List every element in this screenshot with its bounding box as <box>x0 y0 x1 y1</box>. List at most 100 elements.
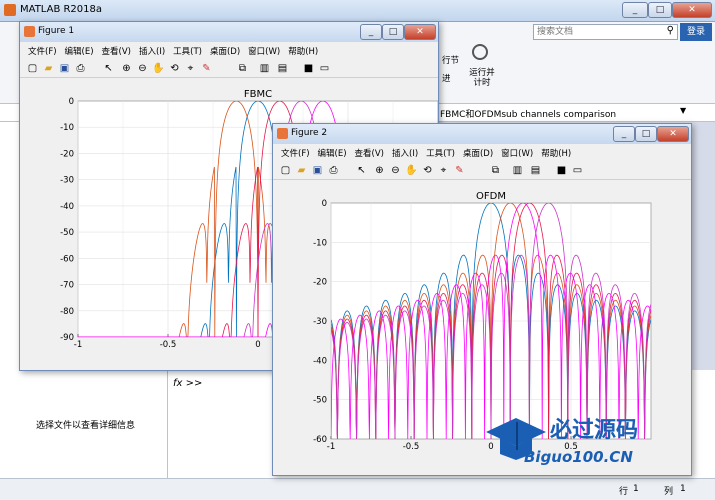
save-icon[interactable]: ▣ <box>311 164 324 177</box>
brush-icon[interactable]: ✎ <box>453 164 466 177</box>
menu-help[interactable]: 帮助(H) <box>541 147 571 159</box>
legend-icon[interactable]: ▤ <box>529 164 542 177</box>
x-tick-label: -0.5 <box>160 340 177 350</box>
y-tick-label: -90 <box>60 333 74 343</box>
main-close-button[interactable]: ✕ <box>672 2 712 18</box>
open-file-icon[interactable]: ▰ <box>42 62 55 75</box>
menu-window[interactable]: 窗口(W) <box>248 45 280 57</box>
fig2-maximize-button[interactable]: □ <box>635 126 657 142</box>
figure-1-title: Figure 1 <box>38 26 75 36</box>
edit-plot-icon[interactable]: ↖ <box>102 62 115 75</box>
zoom-out-icon[interactable]: ⊖ <box>389 164 402 177</box>
y-tick-label: -60 <box>60 254 74 264</box>
y-tick-label: -40 <box>60 202 74 212</box>
print-icon[interactable]: ⎙ <box>327 164 340 177</box>
y-tick-label: -20 <box>313 278 327 288</box>
menu-view[interactable]: 查看(V) <box>355 147 384 159</box>
y-tick-label: -30 <box>313 317 327 327</box>
figure-2-menubar: 文件(F) 编辑(E) 查看(V) 插入(I) 工具(T) 桌面(D) 窗口(W) 帮助(H) <box>273 144 691 162</box>
menu-help[interactable]: 帮助(H) <box>288 45 318 57</box>
y-tick-label: -80 <box>60 307 74 317</box>
menu-tools[interactable]: 工具(T) <box>426 147 455 159</box>
figure-1-toolbar: ▢ ▰ ▣ ⎙ ↖ ⊕ ⊖ ✋ ⟲ ⌖ ✎ ⧉ ▥ ▤ ■ ▭ <box>20 60 438 78</box>
y-tick-label: -50 <box>60 228 74 238</box>
menu-window[interactable]: 窗口(W) <box>501 147 533 159</box>
status-row-label: 行 <box>619 487 629 497</box>
search-icon[interactable]: ⚲ <box>667 25 674 36</box>
figure-icon <box>24 26 35 37</box>
x-tick-label: -1 <box>327 442 335 452</box>
data-cursor-icon[interactable]: ⌖ <box>437 164 450 177</box>
menu-desktop[interactable]: 桌面(D) <box>463 147 493 159</box>
ribbon-btn-advance[interactable]: 进 <box>442 72 451 84</box>
fig1-maximize-button[interactable]: □ <box>382 24 404 40</box>
stopwatch-icon[interactable] <box>472 44 488 60</box>
main-maximize-button[interactable]: □ <box>648 2 672 18</box>
brush-icon[interactable]: ✎ <box>200 62 213 75</box>
new-figure-icon[interactable]: ▢ <box>279 164 292 177</box>
fig1-minimize-button[interactable]: _ <box>360 24 382 40</box>
menu-edit[interactable]: 编辑(E) <box>318 147 347 159</box>
menu-edit[interactable]: 编辑(E) <box>65 45 94 57</box>
fig2-minimize-button[interactable]: _ <box>613 126 635 142</box>
save-icon[interactable]: ▣ <box>58 62 71 75</box>
command-prompt: fx >> <box>173 378 203 389</box>
hide-tools-icon[interactable]: ■ <box>302 62 315 75</box>
watermark-title: 必过源码 <box>550 418 639 443</box>
main-minimize-button[interactable]: _ <box>622 2 648 18</box>
fig1-close-button[interactable]: ✕ <box>404 24 436 40</box>
x-tick-label: -1 <box>74 340 82 350</box>
status-col-value: 1 <box>680 484 686 494</box>
main-title-bar: MATLAB R2018a _ □ ✕ <box>0 0 715 22</box>
doc-search-box[interactable]: ⚲ <box>533 24 678 40</box>
print-icon[interactable]: ⎙ <box>74 62 87 75</box>
zoom-out-icon[interactable]: ⊖ <box>136 62 149 75</box>
zoom-in-icon[interactable]: ⊕ <box>120 62 133 75</box>
show-tools-icon[interactable]: ▭ <box>318 62 331 75</box>
figure-1-title-bar[interactable]: Figure 1 _ □ ✕ <box>20 22 438 42</box>
colorbar-icon[interactable]: ▥ <box>511 164 524 177</box>
menu-desktop[interactable]: 桌面(D) <box>210 45 240 57</box>
fig2-close-button[interactable]: ✕ <box>657 126 689 142</box>
menu-tools[interactable]: 工具(T) <box>173 45 202 57</box>
zoom-in-icon[interactable]: ⊕ <box>373 164 386 177</box>
menu-insert[interactable]: 插入(I) <box>139 45 165 57</box>
link-icon[interactable]: ⧉ <box>489 164 502 177</box>
menu-view[interactable]: 查看(V) <box>102 45 131 57</box>
chevron-down-icon[interactable]: ▼ <box>680 106 686 115</box>
watermark: 必过源码 Biguo100.CN <box>484 410 709 472</box>
rotate-icon[interactable]: ⟲ <box>421 164 434 177</box>
x-tick-label: 0 <box>255 340 260 350</box>
y-tick-label: 0 <box>322 199 327 209</box>
colorbar-icon[interactable]: ▥ <box>258 62 271 75</box>
x-tick-label: -0.5 <box>403 442 420 452</box>
link-icon[interactable]: ⧉ <box>236 62 249 75</box>
show-tools-icon[interactable]: ▭ <box>571 164 584 177</box>
rotate-icon[interactable]: ⟲ <box>168 62 181 75</box>
open-file-icon[interactable]: ▰ <box>295 164 308 177</box>
y-tick-label: -10 <box>313 238 327 248</box>
details-hint: 选择文件以查看详细信息 <box>36 421 136 431</box>
y-tick-label: -20 <box>60 149 74 159</box>
ribbon-btn-run-time[interactable]: 运行并 计时 <box>467 68 497 88</box>
matlab-logo-icon <box>4 4 16 16</box>
menu-file[interactable]: 文件(F) <box>28 45 57 57</box>
menu-insert[interactable]: 插入(I) <box>392 147 418 159</box>
y-tick-label: -30 <box>60 176 74 186</box>
pan-icon[interactable]: ✋ <box>152 62 165 75</box>
figure-2-toolbar: ▢ ▰ ▣ ⎙ ↖ ⊕ ⊖ ✋ ⟲ ⌖ ✎ ⧉ ▥ ▤ ■ ▭ <box>273 162 691 180</box>
legend-icon[interactable]: ▤ <box>276 62 289 75</box>
watermark-url: Biguo100.CN <box>524 448 633 466</box>
login-button[interactable]: 登录 <box>680 23 712 41</box>
pan-icon[interactable]: ✋ <box>405 164 418 177</box>
main-window-title: MATLAB R2018a <box>20 4 103 15</box>
figure-1-menubar: 文件(F) 编辑(E) 查看(V) 插入(I) 工具(T) 桌面(D) 窗口(W) 帮助(H) <box>20 42 438 60</box>
ribbon-btn-section[interactable]: 行节 <box>442 54 459 66</box>
data-cursor-icon[interactable]: ⌖ <box>184 62 197 75</box>
hide-tools-icon[interactable]: ■ <box>555 164 568 177</box>
doc-search-input[interactable] <box>534 25 654 39</box>
figure-2-title-bar[interactable]: Figure 2 _ □ ✕ <box>273 124 691 144</box>
menu-file[interactable]: 文件(F) <box>281 147 310 159</box>
edit-plot-icon[interactable]: ↖ <box>355 164 368 177</box>
new-figure-icon[interactable]: ▢ <box>26 62 39 75</box>
